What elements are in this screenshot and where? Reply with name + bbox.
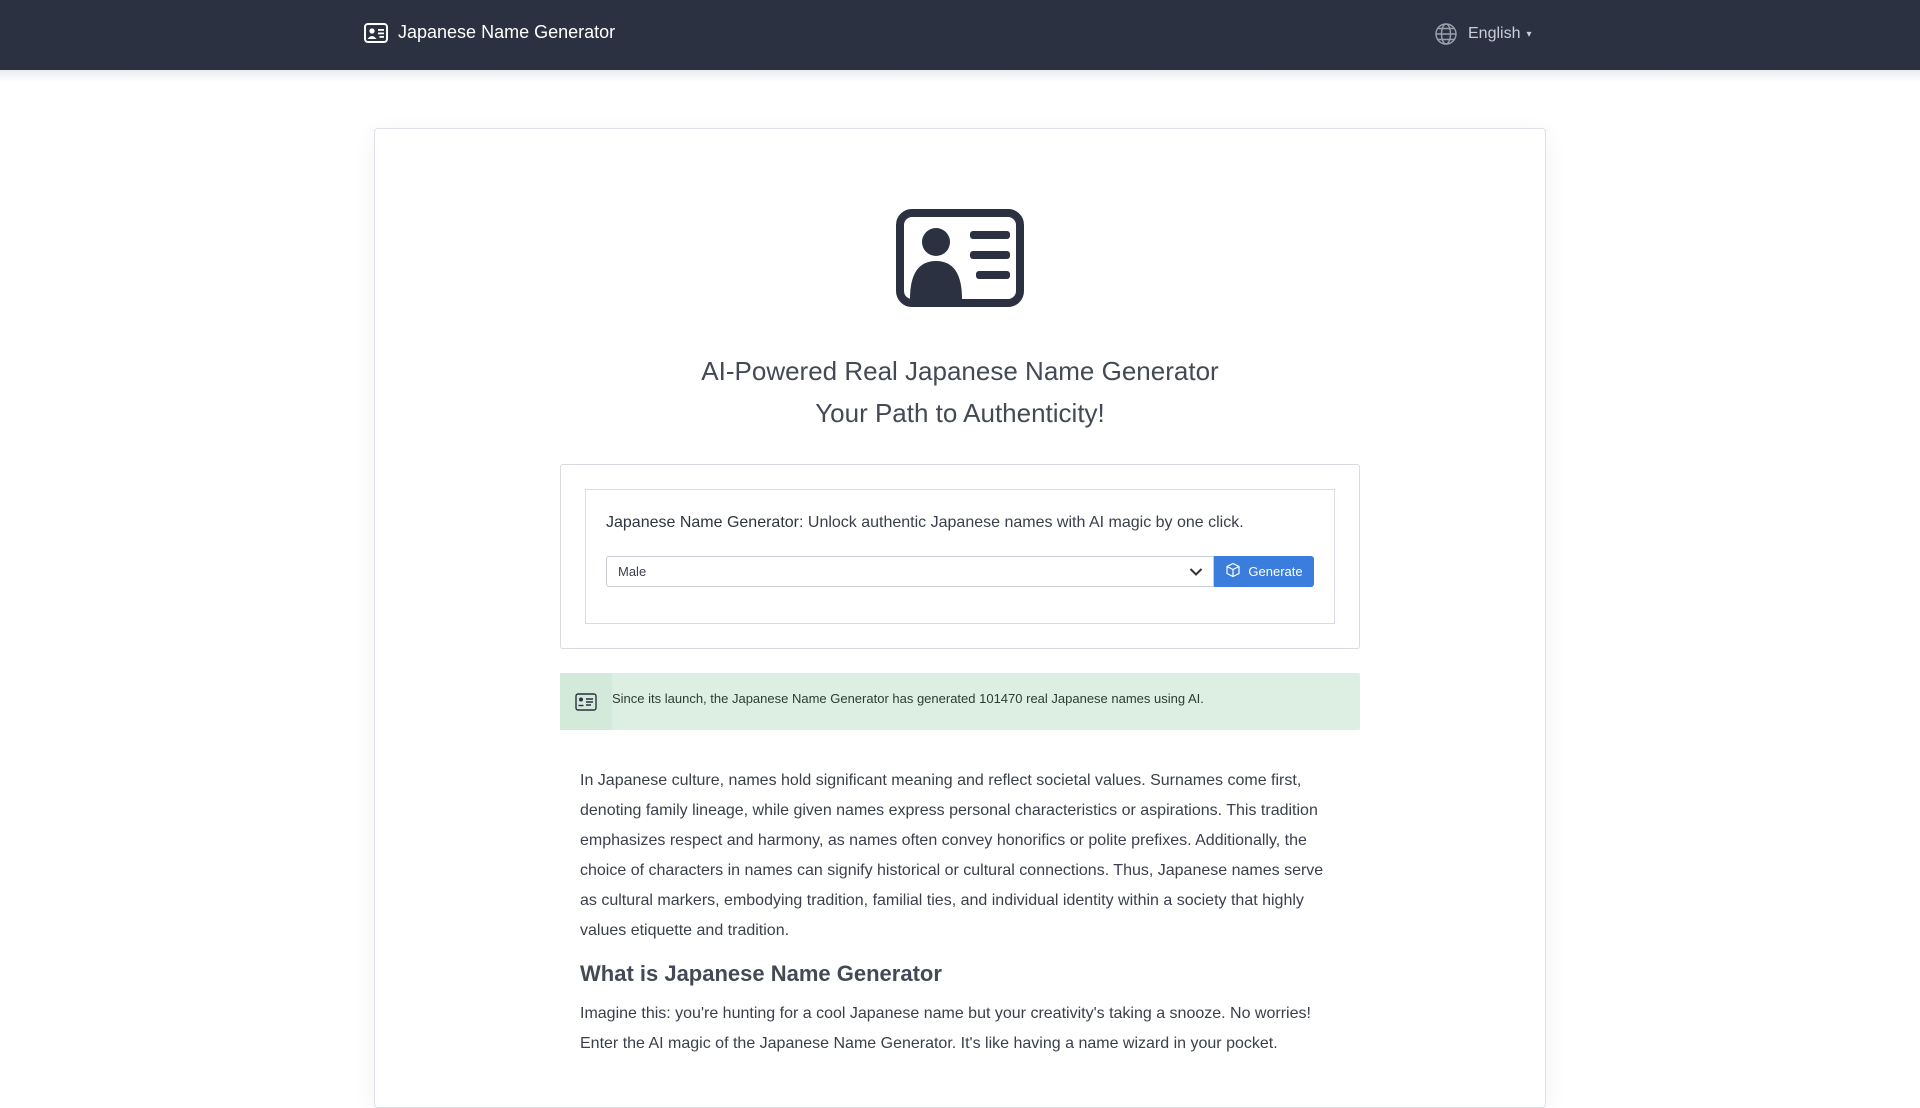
brand-title: Japanese Name Generator bbox=[398, 22, 616, 42]
language-label: English bbox=[1468, 25, 1521, 42]
page-title-line2: Your Path to Authenticity! bbox=[815, 398, 1105, 428]
gender-select[interactable]: Male bbox=[606, 556, 1214, 587]
id-card-icon bbox=[896, 209, 1024, 307]
navbar-shadow bbox=[0, 70, 1920, 82]
generate-button[interactable]: Generate bbox=[1214, 556, 1314, 587]
gender-select-value: Male bbox=[618, 564, 647, 579]
generate-button-label: Generate bbox=[1248, 564, 1303, 579]
globe-icon bbox=[1434, 22, 1458, 46]
article-intro: In Japanese culture, names hold signific… bbox=[580, 772, 1324, 939]
article-body: Imagine this: you're hunting for a cool … bbox=[580, 1005, 1311, 1052]
article: In Japanese culture, names hold signific… bbox=[580, 766, 1332, 1059]
page-title: AI-Powered Real Japanese Name Generator … bbox=[374, 350, 1546, 434]
id-card-icon bbox=[364, 22, 388, 43]
cube-icon bbox=[1225, 562, 1241, 581]
page-title-line1: AI-Powered Real Japanese Name Generator bbox=[701, 356, 1219, 386]
language-selector[interactable]: English ▾ bbox=[1434, 22, 1532, 46]
brand-link[interactable]: Japanese Name Generator bbox=[364, 22, 615, 43]
chevron-down-icon: ▾ bbox=[1526, 28, 1532, 40]
generator-description: Japanese Name Generator: Unlock authenti… bbox=[606, 514, 1244, 532]
chevron-down-icon bbox=[1189, 565, 1203, 580]
generator-description-rest: : Unlock authentic Japanese names with A… bbox=[799, 514, 1244, 531]
id-card-outline-icon bbox=[560, 673, 612, 730]
top-navbar: Japanese Name Generator English ▾ bbox=[0, 0, 1920, 70]
stats-alert-text: Since its launch, the Japanese Name Gene… bbox=[612, 691, 1204, 706]
article-heading: What is Japanese Name Generator bbox=[580, 961, 942, 986]
generator-description-bold: Japanese Name Generator bbox=[606, 514, 799, 531]
